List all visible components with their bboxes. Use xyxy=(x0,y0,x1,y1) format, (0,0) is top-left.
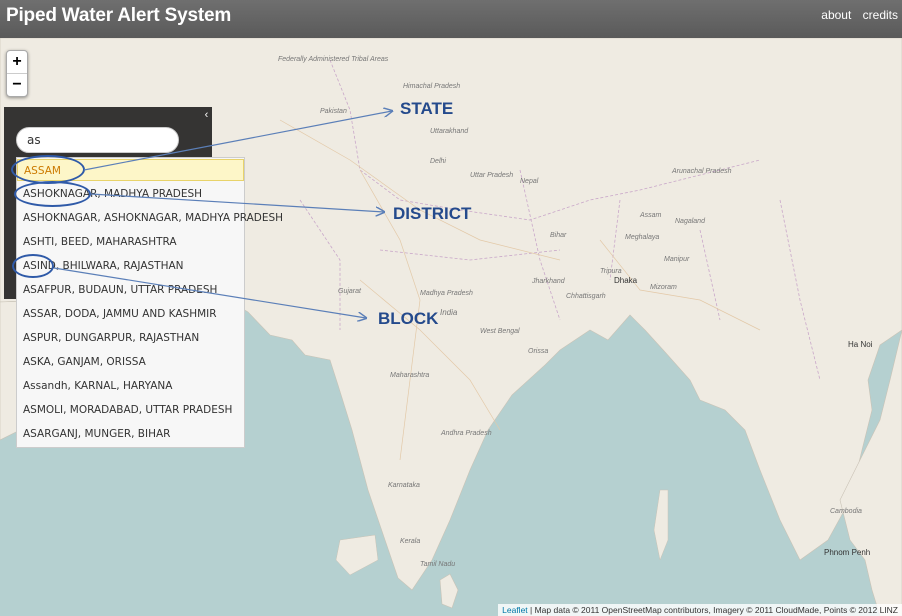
suggestion-item[interactable]: ASMOLI, MORADABAD, UTTAR PRADESH xyxy=(17,399,244,421)
credits-link[interactable]: credits xyxy=(863,8,898,22)
map-label: Mizoram xyxy=(650,284,677,291)
suggestion-item[interactable]: ASSAR, DODA, JAMMU AND KASHMIR xyxy=(17,303,244,325)
about-link[interactable]: about xyxy=(821,8,851,22)
map-label: Jharkhand xyxy=(532,278,565,285)
suggestion-item[interactable]: ASHOKNAGAR, ASHOKNAGAR, MADHYA PRADESH xyxy=(17,207,283,229)
map-label: West Bengal xyxy=(480,328,520,335)
map-label: Dhaka xyxy=(614,276,638,285)
map-label: Cambodia xyxy=(830,508,862,515)
map-label: Orissa xyxy=(528,348,549,355)
state-highlight-ellipse xyxy=(11,155,85,184)
map-label: Manipur xyxy=(664,256,690,263)
nav-links: about credits xyxy=(813,8,898,22)
map-label: Federally Administered Tribal Areas xyxy=(278,56,389,63)
suggestion-item[interactable]: ASHTI, BEED, MAHARASHTRA xyxy=(17,231,244,253)
map-label: Pakistan xyxy=(320,108,347,115)
map-label: Maharashtra xyxy=(390,372,430,379)
map-label: Gujarat xyxy=(338,288,361,295)
map-label: Tripura xyxy=(600,268,622,275)
block-highlight-ellipse xyxy=(12,254,54,278)
map-label: Nagaland xyxy=(675,218,705,225)
map-label: Phnom Penh xyxy=(824,548,871,557)
suggestion-item[interactable]: ASARGANJ, MUNGER, BIHAR xyxy=(17,423,244,445)
app-title: Piped Water Alert System xyxy=(6,5,232,26)
map-label: Uttarakhand xyxy=(430,128,469,135)
top-navbar: Piped Water Alert System about credits xyxy=(0,0,902,38)
search-input[interactable] xyxy=(16,127,179,153)
zoom-in-button[interactable]: + xyxy=(7,51,27,73)
map-label: India xyxy=(440,308,458,317)
zoom-control: + − xyxy=(6,50,28,97)
district-highlight-ellipse xyxy=(14,181,91,207)
map-label: Madhya Pradesh xyxy=(420,290,473,297)
zoom-out-button[interactable]: − xyxy=(7,73,27,96)
suggestion-item[interactable]: ASAFPUR, BUDAUN, UTTAR PRADESH xyxy=(17,279,244,301)
map-label: Delhi xyxy=(430,158,446,165)
map-attribution: Leaflet | Map data © 2011 OpenStreetMap … xyxy=(498,604,902,616)
state-annotation-label: STATE xyxy=(400,99,454,118)
map-label: Karnataka xyxy=(388,482,420,489)
suggestion-item[interactable]: ASKA, GANJAM, ORISSA xyxy=(17,351,244,373)
leaflet-link[interactable]: Leaflet xyxy=(502,605,528,615)
collapse-panel-icon[interactable]: ‹ xyxy=(201,109,212,121)
map-label: Ha Noi xyxy=(848,340,873,349)
map-label: Andhra Pradesh xyxy=(441,430,492,437)
map-label: Himachal Pradesh xyxy=(403,83,461,90)
map-label: Assam xyxy=(640,212,662,219)
map-label: Nepal xyxy=(520,178,539,185)
map-label: Arunachal Pradesh xyxy=(672,168,732,175)
map-label: Tamil Nadu xyxy=(420,561,456,568)
map-label: Bihar xyxy=(550,232,567,239)
map-label: Uttar Pradesh xyxy=(470,172,514,179)
block-annotation-label: BLOCK xyxy=(378,309,439,328)
suggestion-item[interactable]: Assandh, KARNAL, HARYANA xyxy=(17,375,244,397)
map-label: Meghalaya xyxy=(625,234,660,241)
map-label: Chhattisgarh xyxy=(566,293,606,300)
district-annotation-label: DISTRICT xyxy=(393,204,472,223)
suggestion-item[interactable]: ASPUR, DUNGARPUR, RAJASTHAN xyxy=(17,327,244,349)
map-label: Kerala xyxy=(400,538,421,545)
attribution-text: | Map data © 2011 OpenStreetMap contribu… xyxy=(527,605,898,615)
